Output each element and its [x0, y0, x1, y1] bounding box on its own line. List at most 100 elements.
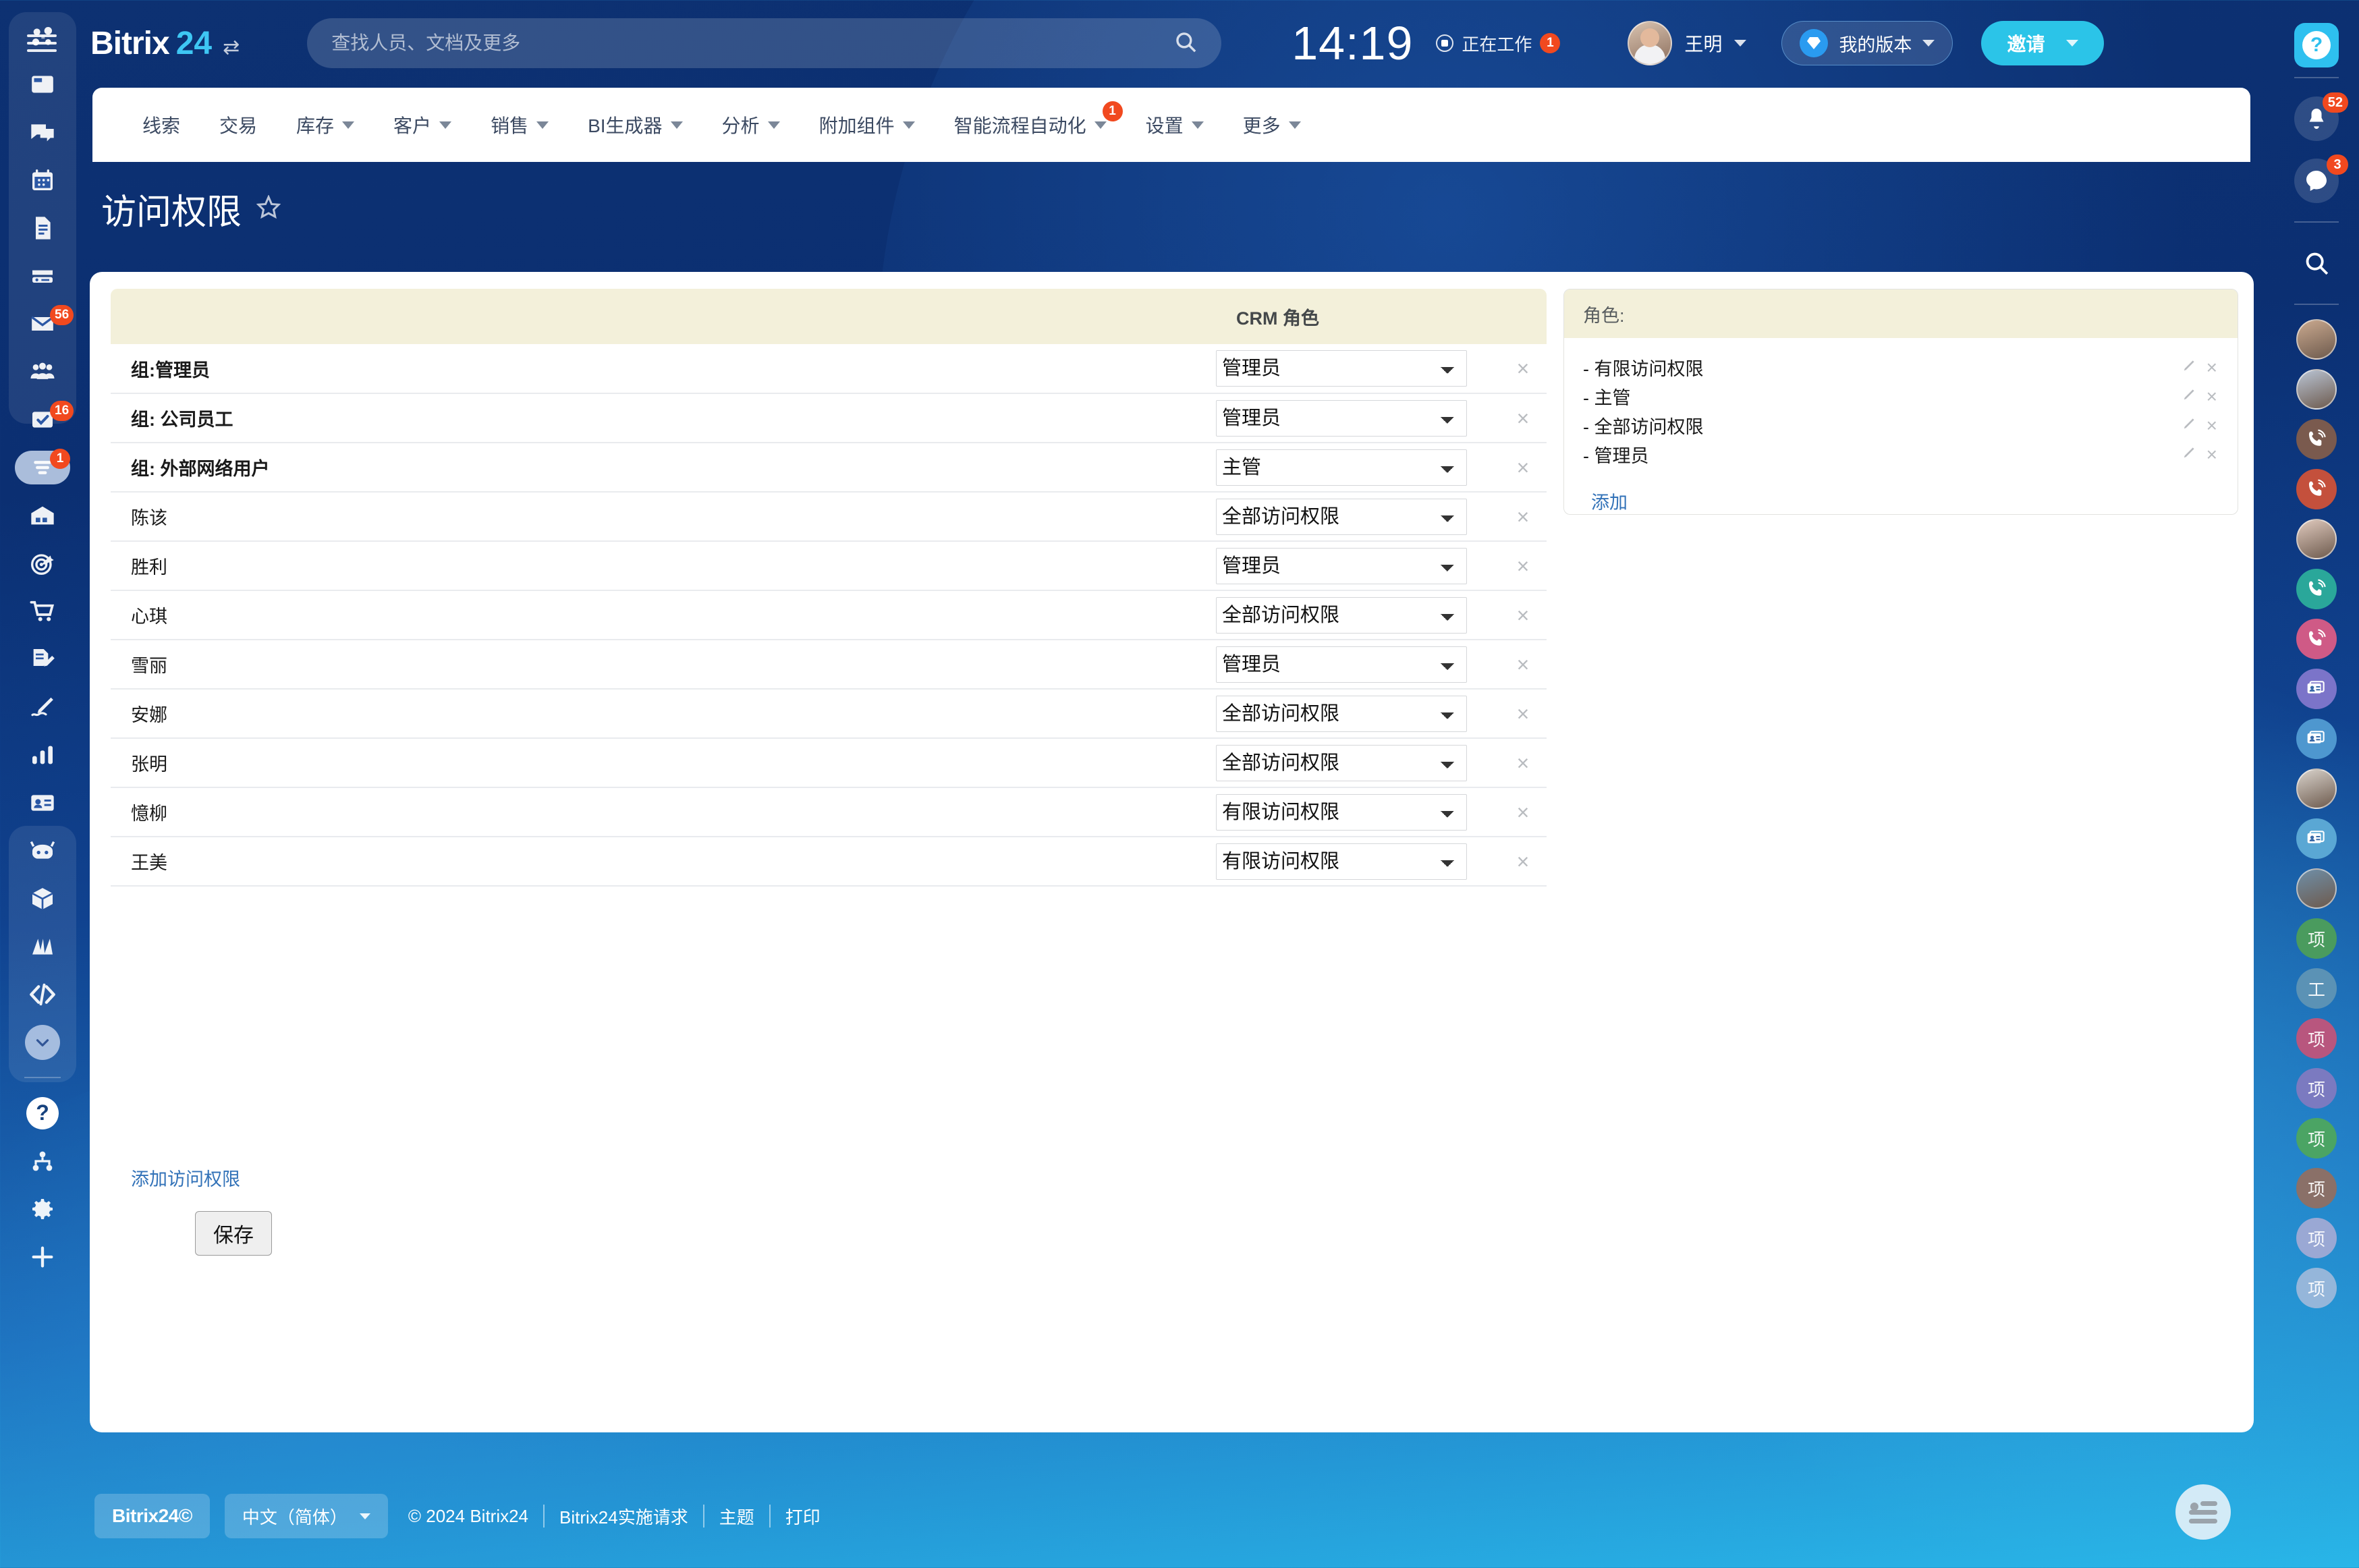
- role-select[interactable]: 有限访问权限主管全部访问权限管理员: [1216, 745, 1467, 781]
- nav-item-8[interactable]: 智能流程自动化1: [935, 88, 1126, 162]
- sidebar-item-chat[interactable]: [0, 108, 85, 156]
- role-select[interactable]: 有限访问权限主管全部访问权限管理员: [1216, 794, 1467, 831]
- role-select[interactable]: 有限访问权限主管全部访问权限管理员: [1216, 499, 1467, 535]
- bitrix24-logo[interactable]: Bitrix 24 ⇄: [90, 25, 240, 62]
- sidebar-item-mail[interactable]: 56: [0, 300, 85, 347]
- sidebar-item-bot[interactable]: [0, 827, 85, 874]
- role-select[interactable]: 有限访问权限主管全部访问权限管理员: [1216, 400, 1467, 437]
- chevron-down-icon[interactable]: [2066, 40, 2078, 47]
- phone-call-icon[interactable]: [2296, 419, 2337, 459]
- sidebar-item-drive[interactable]: [0, 252, 85, 300]
- close-icon[interactable]: ×: [1517, 702, 1530, 726]
- language-selector[interactable]: 中文（简体）: [225, 1494, 388, 1538]
- avatar[interactable]: [2296, 519, 2337, 559]
- recent-item[interactable]: [2274, 764, 2359, 814]
- footer-link-print[interactable]: 打印: [785, 1504, 821, 1529]
- chevron-down-icon[interactable]: [671, 121, 683, 129]
- chevron-down-icon[interactable]: [1289, 121, 1301, 129]
- sidebar-item-sign-document[interactable]: [0, 635, 85, 683]
- chevron-down-icon[interactable]: [1734, 40, 1746, 47]
- recent-item[interactable]: 项: [2274, 1263, 2359, 1313]
- avatar[interactable]: [2296, 768, 2337, 809]
- nav-item-3[interactable]: 客户: [374, 88, 470, 162]
- working-status[interactable]: 正在工作 1: [1436, 31, 1560, 56]
- hamburger-menu-icon[interactable]: [27, 30, 57, 57]
- role-select[interactable]: 有限访问权限主管全部访问权限管理员: [1216, 548, 1467, 584]
- pencil-icon[interactable]: [2180, 416, 2196, 435]
- sidebar-item-online-store[interactable]: [0, 587, 85, 635]
- recent-item[interactable]: 项: [2274, 1163, 2359, 1213]
- sidebar-item-chevron-down[interactable]: [0, 1018, 85, 1066]
- search-icon[interactable]: [1174, 30, 1197, 57]
- role-select[interactable]: 有限访问权限主管全部访问权限管理员: [1216, 449, 1467, 486]
- project-chip[interactable]: 项: [2296, 1068, 2337, 1109]
- contact-card-icon[interactable]: [2296, 719, 2337, 759]
- footer-logo[interactable]: Bitrix24©: [94, 1494, 210, 1538]
- close-icon[interactable]: ×: [1517, 652, 1530, 677]
- avatar[interactable]: [2296, 868, 2337, 909]
- widget-list-icon[interactable]: [2175, 1484, 2231, 1540]
- close-icon[interactable]: ×: [1517, 603, 1530, 627]
- recent-item[interactable]: [2274, 514, 2359, 564]
- role-select[interactable]: 有限访问权限主管全部访问权限管理员: [1216, 646, 1467, 683]
- chevron-down-icon[interactable]: [903, 121, 915, 129]
- save-button[interactable]: 保存: [195, 1211, 272, 1256]
- sidebar-item-esign-pen[interactable]: [0, 683, 85, 731]
- pencil-icon[interactable]: [2180, 445, 2196, 464]
- phone-call-icon[interactable]: [2296, 619, 2337, 659]
- sidebar-item-box-automation[interactable]: [0, 874, 85, 922]
- nav-item-7[interactable]: 附加组件: [800, 88, 934, 162]
- nav-item-10[interactable]: 更多: [1224, 88, 1320, 162]
- close-icon[interactable]: ×: [1517, 751, 1530, 775]
- chevron-down-icon[interactable]: [360, 1513, 370, 1519]
- pencil-icon[interactable]: [2180, 358, 2196, 377]
- recent-item[interactable]: [2274, 364, 2359, 414]
- search-icon[interactable]: [2274, 232, 2359, 294]
- close-icon[interactable]: ×: [2207, 416, 2217, 435]
- nav-item-1[interactable]: 交易: [200, 88, 276, 162]
- sidebar-item-calendar[interactable]: [0, 156, 85, 204]
- nav-item-9[interactable]: 设置: [1127, 88, 1223, 162]
- close-icon[interactable]: ×: [1517, 455, 1530, 480]
- nav-item-4[interactable]: 销售: [472, 88, 567, 162]
- recent-item[interactable]: 工: [2274, 963, 2359, 1013]
- help-icon[interactable]: ?: [26, 1097, 59, 1129]
- sidebar-item-tasks[interactable]: 16: [0, 395, 85, 443]
- phone-call-icon[interactable]: [2296, 469, 2337, 509]
- chevron-down-icon[interactable]: [1094, 121, 1107, 129]
- pencil-icon[interactable]: [2180, 387, 2196, 406]
- bell-icon[interactable]: 52: [2294, 96, 2339, 141]
- recent-item[interactable]: [2274, 814, 2359, 864]
- contact-card-icon[interactable]: [2296, 669, 2337, 709]
- project-chip[interactable]: 工: [2296, 968, 2337, 1009]
- chevron-down-icon[interactable]: [439, 121, 451, 129]
- sidebar-item-market[interactable]: [0, 922, 85, 970]
- nav-item-5[interactable]: BI生成器: [569, 88, 701, 162]
- recent-item[interactable]: 项: [2274, 1013, 2359, 1063]
- recent-item[interactable]: 项: [2274, 1113, 2359, 1163]
- switch-icon[interactable]: ⇄: [223, 36, 240, 59]
- recent-item[interactable]: [2274, 864, 2359, 914]
- recent-item[interactable]: [2274, 414, 2359, 464]
- user-menu[interactable]: 王明: [1628, 21, 1746, 65]
- favorite-star-icon[interactable]: [256, 195, 281, 223]
- my-plan-button[interactable]: 我的版本: [1781, 21, 1953, 65]
- project-chip[interactable]: 项: [2296, 1118, 2337, 1158]
- close-icon[interactable]: ×: [1517, 406, 1530, 430]
- close-icon[interactable]: ×: [2207, 387, 2217, 406]
- recent-item[interactable]: 项: [2274, 914, 2359, 963]
- project-chip[interactable]: 项: [2296, 1218, 2337, 1258]
- notifications-button[interactable]: 52: [2274, 88, 2359, 150]
- sidebar-item-document[interactable]: [0, 204, 85, 252]
- close-icon[interactable]: ×: [1517, 554, 1530, 578]
- nav-item-6[interactable]: 分析: [703, 88, 799, 162]
- recent-item[interactable]: [2274, 564, 2359, 614]
- close-icon[interactable]: ×: [2207, 445, 2217, 464]
- sidebar-item-crm[interactable]: 1: [0, 443, 85, 491]
- project-chip[interactable]: 项: [2296, 918, 2337, 959]
- chevron-down-icon[interactable]: [536, 121, 549, 129]
- avatar[interactable]: [2296, 369, 2337, 410]
- close-icon[interactable]: ×: [2207, 358, 2217, 377]
- contact-card-icon[interactable]: [2296, 818, 2337, 859]
- avatar[interactable]: [1628, 21, 1672, 65]
